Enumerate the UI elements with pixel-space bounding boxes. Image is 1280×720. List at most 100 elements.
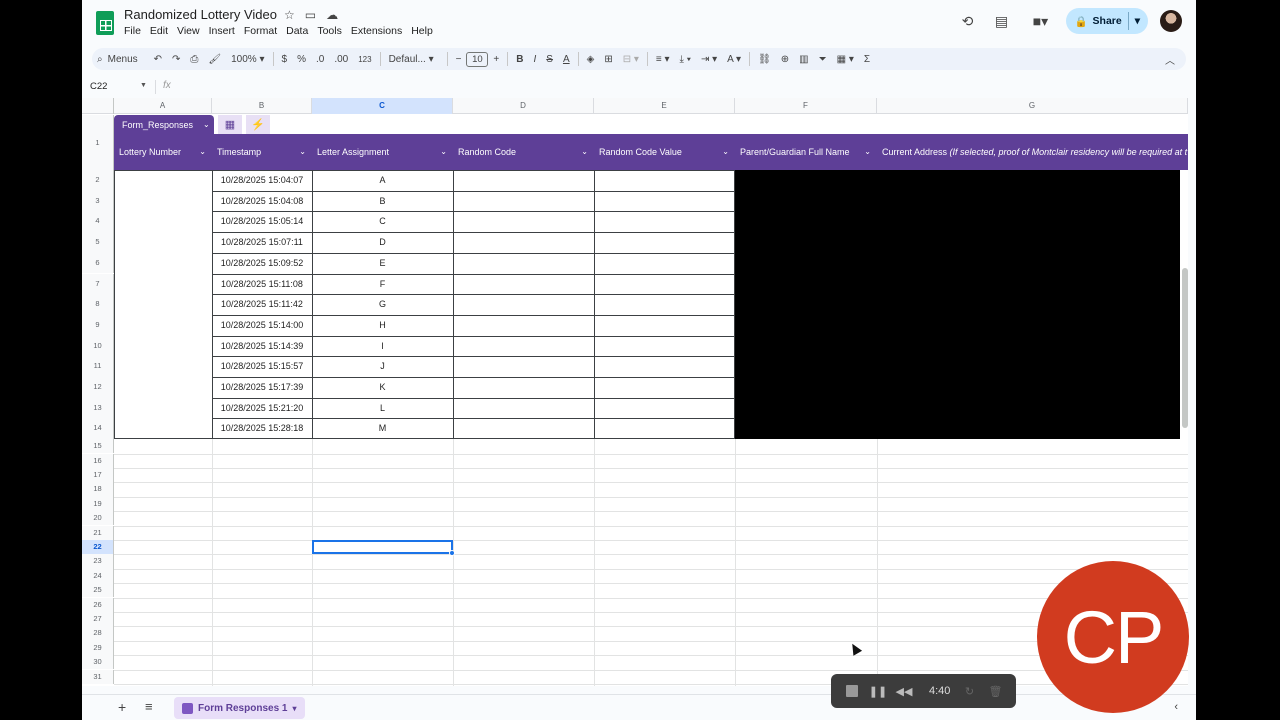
menu-insert[interactable]: Insert xyxy=(209,25,235,37)
timestamp-cell[interactable]: 10/28/2025 15:07:11 xyxy=(212,232,312,252)
column-header-a[interactable]: A xyxy=(114,98,212,114)
sheet-tab-form-responses[interactable]: Form Responses 1 ▾ xyxy=(174,697,305,719)
table-header-current-address[interactable]: Current Address (If selected, proof of M… xyxy=(877,134,1188,170)
row-header-23[interactable]: 23 xyxy=(82,554,114,569)
row-header-2[interactable]: 2 xyxy=(82,170,114,191)
print-icon[interactable]: ⎙ xyxy=(185,54,203,65)
avatar[interactable] xyxy=(1160,10,1182,32)
functions-button[interactable]: Σ xyxy=(859,54,875,65)
column-dropdown-icon[interactable]: ⌄ xyxy=(440,134,447,170)
row-header-12[interactable]: 12 xyxy=(82,377,114,398)
font-size-input[interactable]: 10 xyxy=(466,51,489,67)
row-header-6[interactable]: 6 xyxy=(82,252,114,274)
font-select[interactable]: Defaul... ▾ xyxy=(384,54,444,65)
row-header-17[interactable]: 17 xyxy=(82,467,114,483)
row-header-24[interactable]: 24 xyxy=(82,568,114,584)
font-size-increase-button[interactable]: + xyxy=(488,54,504,65)
letter-assignment-cell[interactable]: H xyxy=(312,315,453,335)
currency-format-button[interactable]: $ xyxy=(277,54,293,65)
table-header-lottery-number[interactable]: Lottery Number ⌄ xyxy=(114,134,212,170)
letter-assignment-cell[interactable]: K xyxy=(312,377,453,397)
timestamp-cell[interactable]: 10/28/2025 15:04:08 xyxy=(212,191,312,211)
letter-assignment-cell[interactable]: L xyxy=(312,398,453,418)
letter-assignment-cell[interactable]: C xyxy=(312,211,453,231)
row-header-22[interactable]: 22 xyxy=(82,539,114,555)
percent-format-button[interactable]: % xyxy=(292,54,311,65)
letter-assignment-cell[interactable]: A xyxy=(312,170,453,190)
version-history-icon[interactable]: ⟲ xyxy=(954,8,980,34)
letter-assignment-cell[interactable]: D xyxy=(312,232,453,252)
row-header-5[interactable]: 5 xyxy=(82,232,114,253)
column-dropdown-icon[interactable]: ⌄ xyxy=(722,134,729,170)
column-dropdown-icon[interactable]: ⌄ xyxy=(581,134,588,170)
column-header-c[interactable]: C xyxy=(312,98,453,114)
menu-data[interactable]: Data xyxy=(286,25,308,37)
row-header-3[interactable]: 3 xyxy=(82,190,114,212)
text-wrapping-icon[interactable]: ⇥ ▾ xyxy=(696,54,722,65)
menu-file[interactable]: File xyxy=(124,25,141,37)
pause-recording-button[interactable]: ❚❚ xyxy=(869,684,887,698)
row-header-9[interactable]: 9 xyxy=(82,314,114,336)
insert-comment-icon[interactable]: ⊕ xyxy=(776,54,794,65)
strikethrough-button[interactable]: S xyxy=(541,54,558,65)
timestamp-cell[interactable]: 10/28/2025 15:09:52 xyxy=(212,253,312,273)
text-rotation-icon[interactable]: A ▾ xyxy=(722,54,746,65)
meet-video-icon[interactable]: ■▾ xyxy=(1022,8,1058,34)
table-name-chip[interactable]: Form_Responses ⌄ xyxy=(114,115,214,134)
row-header-21[interactable]: 21 xyxy=(82,525,114,540)
column-header-g[interactable]: G xyxy=(877,98,1188,114)
row-header-4[interactable]: 4 xyxy=(82,211,114,233)
undo-icon[interactable]: ↶ xyxy=(149,54,167,65)
timestamp-cell[interactable]: 10/28/2025 15:15:57 xyxy=(212,356,312,376)
share-dropdown-icon[interactable]: ▾ xyxy=(1135,15,1140,27)
row-header-25[interactable]: 25 xyxy=(82,583,114,598)
move-folder-icon[interactable]: ▭ xyxy=(305,8,316,22)
column-dropdown-icon[interactable]: ⌄ xyxy=(199,134,206,170)
row-header-31[interactable]: 31 xyxy=(82,669,114,684)
menu-tools[interactable]: Tools xyxy=(317,25,342,37)
name-box-dropdown-icon[interactable]: ▼ xyxy=(140,82,147,89)
timestamp-cell[interactable]: 10/28/2025 15:04:07 xyxy=(212,170,312,190)
table-automation-icon[interactable]: ⚡ xyxy=(246,115,270,134)
row-header-26[interactable]: 26 xyxy=(82,597,114,612)
italic-button[interactable]: I xyxy=(529,54,542,65)
column-header-d[interactable]: D xyxy=(453,98,594,114)
timestamp-cell[interactable]: 10/28/2025 15:28:18 xyxy=(212,418,312,438)
timestamp-cell[interactable]: 10/28/2025 15:21:20 xyxy=(212,398,312,418)
row-header-18[interactable]: 18 xyxy=(82,482,114,497)
filter-icon[interactable]: ⏷ xyxy=(814,54,832,65)
column-header-e[interactable]: E xyxy=(594,98,735,114)
menu-edit[interactable]: Edit xyxy=(150,25,168,37)
star-icon[interactable]: ☆ xyxy=(284,8,295,22)
search-menus-label[interactable]: Menus xyxy=(108,54,143,65)
letter-assignment-cell[interactable]: E xyxy=(312,253,453,273)
paint-format-icon[interactable]: 🖌 xyxy=(203,54,226,65)
table-header-parent-guardian-full-name[interactable]: Parent/Guardian Full Name ⌄ xyxy=(735,134,877,170)
table-view-icon[interactable]: ▦ xyxy=(218,115,242,134)
delete-recording-button[interactable]: 🗑 xyxy=(988,684,1002,698)
menu-view[interactable]: View xyxy=(177,25,200,37)
row-header-1[interactable]: 1 xyxy=(82,115,114,170)
row-header-20[interactable]: 20 xyxy=(82,511,114,526)
row-header-10[interactable]: 10 xyxy=(82,335,114,357)
table-header-letter-assignment[interactable]: Letter Assignment ⌄ xyxy=(312,134,453,170)
row-header-28[interactable]: 28 xyxy=(82,626,114,641)
search-menus-icon[interactable]: ⌕ xyxy=(92,54,108,65)
insert-link-icon[interactable]: ⛓ xyxy=(753,54,776,65)
row-header-30[interactable]: 30 xyxy=(82,655,114,670)
select-all-corner[interactable] xyxy=(82,98,114,114)
row-header-27[interactable]: 27 xyxy=(82,611,114,627)
zoom-select[interactable]: 100% ▾ xyxy=(226,54,269,65)
timestamp-cell[interactable]: 10/28/2025 15:17:39 xyxy=(212,377,312,397)
row-header-14[interactable]: 14 xyxy=(82,418,114,440)
font-size-decrease-button[interactable]: − xyxy=(451,54,467,65)
redo-icon[interactable]: ↷ xyxy=(167,54,185,65)
letter-assignment-cell[interactable]: M xyxy=(312,418,453,438)
sheet-tab-dropdown-icon[interactable]: ▾ xyxy=(292,704,296,713)
menu-format[interactable]: Format xyxy=(244,25,277,37)
row-header-11[interactable]: 11 xyxy=(82,356,114,377)
comments-icon[interactable]: ▤ xyxy=(988,8,1014,34)
row-header-16[interactable]: 16 xyxy=(82,453,114,468)
letter-assignment-cell[interactable]: I xyxy=(312,336,453,356)
spreadsheet-grid[interactable]: ABCDEFG Form_Responses ⌄ ▦ ⚡ Lottery Num… xyxy=(82,98,1188,686)
